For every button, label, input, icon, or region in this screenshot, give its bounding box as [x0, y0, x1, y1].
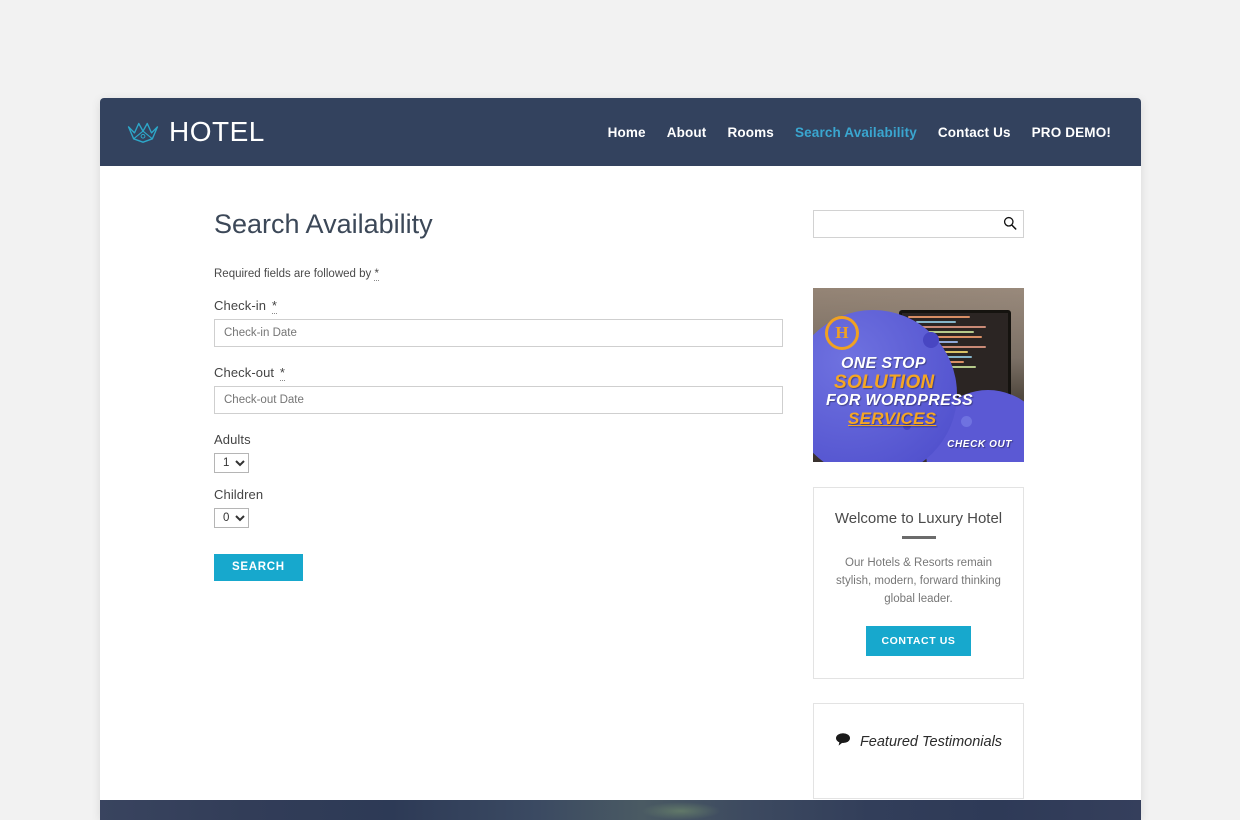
- checkout-label: Check-out *: [214, 364, 812, 381]
- adults-label: Adults: [214, 431, 251, 447]
- brand-name: HOTEL: [169, 116, 265, 147]
- children-select[interactable]: 012345: [214, 507, 249, 528]
- contact-us-button[interactable]: CONTACT US: [866, 626, 971, 657]
- checkin-required-marker: *: [271, 297, 277, 314]
- checkin-label: Check-in *: [214, 297, 812, 314]
- footer-image-strip: [100, 800, 1141, 820]
- welcome-widget-title: Welcome to Luxury Hotel: [834, 510, 1003, 527]
- children-field-group: Children 012345: [214, 487, 812, 528]
- featured-testimonials-header: Featured Testimonials: [828, 732, 1009, 751]
- ad-line-4: SERVICES: [848, 408, 937, 428]
- checkout-date-input[interactable]: [214, 385, 783, 414]
- content-area: Search Availability Required fields are …: [100, 166, 1141, 820]
- nav-item-about[interactable]: About: [667, 125, 707, 140]
- welcome-widget-text: Our Hotels & Resorts remain stylish, mod…: [836, 557, 1001, 605]
- sidebar-ad-banner[interactable]: H ONE STOP SOLUTION FOR WORDPRESS SERVIC…: [813, 288, 1024, 462]
- required-fields-note: Required fields are followed by *: [214, 267, 812, 281]
- children-label: Children: [214, 486, 264, 502]
- adults-field-group: Adults 123456: [214, 432, 812, 473]
- search-icon: [1003, 216, 1017, 233]
- site-page-card: HOTEL Home About Rooms Search Availabili…: [100, 98, 1141, 820]
- brand-logo[interactable]: HOTEL: [126, 118, 265, 146]
- nav-item-rooms[interactable]: Rooms: [727, 125, 774, 140]
- main-column: Search Availability Required fields are …: [100, 209, 812, 820]
- page-title: Search Availability: [214, 209, 433, 239]
- nav-item-search-availability[interactable]: Search Availability: [795, 125, 917, 140]
- nav-item-contact-us[interactable]: Contact Us: [938, 125, 1011, 140]
- ad-check-out-label[interactable]: CHECK OUT: [947, 439, 1012, 450]
- search-submit-button[interactable]: SEARCH: [214, 553, 303, 581]
- search-input[interactable]: [814, 211, 997, 237]
- ad-decorative-dot-a: [923, 332, 939, 348]
- checkout-field-group: Check-out *: [214, 364, 812, 414]
- checkout-required-marker: *: [279, 364, 286, 381]
- checkout-label-text: Check-out: [214, 364, 278, 380]
- speech-bubble-icon: [835, 732, 851, 751]
- welcome-widget: Welcome to Luxury Hotel Our Hotels & Res…: [813, 487, 1024, 680]
- checkin-field-group: Check-in *: [214, 297, 812, 347]
- ad-text-block: ONE STOP SOLUTION FOR WORDPRESS SERVICES: [826, 355, 1012, 428]
- main-navigation: Home About Rooms Search Availability Con…: [608, 125, 1111, 140]
- site-header: HOTEL Home About Rooms Search Availabili…: [100, 98, 1141, 166]
- ad-line-3: FOR WORDPRESS: [826, 391, 974, 409]
- search-submit-icon-button[interactable]: [997, 211, 1023, 237]
- ad-line-2: SOLUTION: [834, 371, 935, 393]
- checkin-date-input[interactable]: [214, 318, 783, 347]
- welcome-widget-divider: [901, 536, 936, 539]
- featured-testimonials-title: Featured Testimonials: [859, 733, 1003, 750]
- nav-item-home[interactable]: Home: [608, 125, 646, 140]
- ad-line-1: ONE STOP: [841, 355, 926, 372]
- featured-testimonials-widget: Featured Testimonials: [813, 703, 1024, 800]
- adults-select[interactable]: 123456: [214, 452, 249, 473]
- crown-icon: [126, 119, 160, 145]
- sidebar-search-widget: [813, 210, 1024, 238]
- nav-item-pro-demo[interactable]: PRO DEMO!: [1032, 125, 1111, 140]
- sidebar: H ONE STOP SOLUTION FOR WORDPRESS SERVIC…: [812, 210, 1141, 820]
- required-marker: *: [374, 267, 379, 281]
- ad-brand-logo-icon: H: [825, 316, 859, 350]
- required-note-text: Required fields are followed by: [214, 267, 375, 280]
- checkin-label-text: Check-in: [214, 297, 270, 313]
